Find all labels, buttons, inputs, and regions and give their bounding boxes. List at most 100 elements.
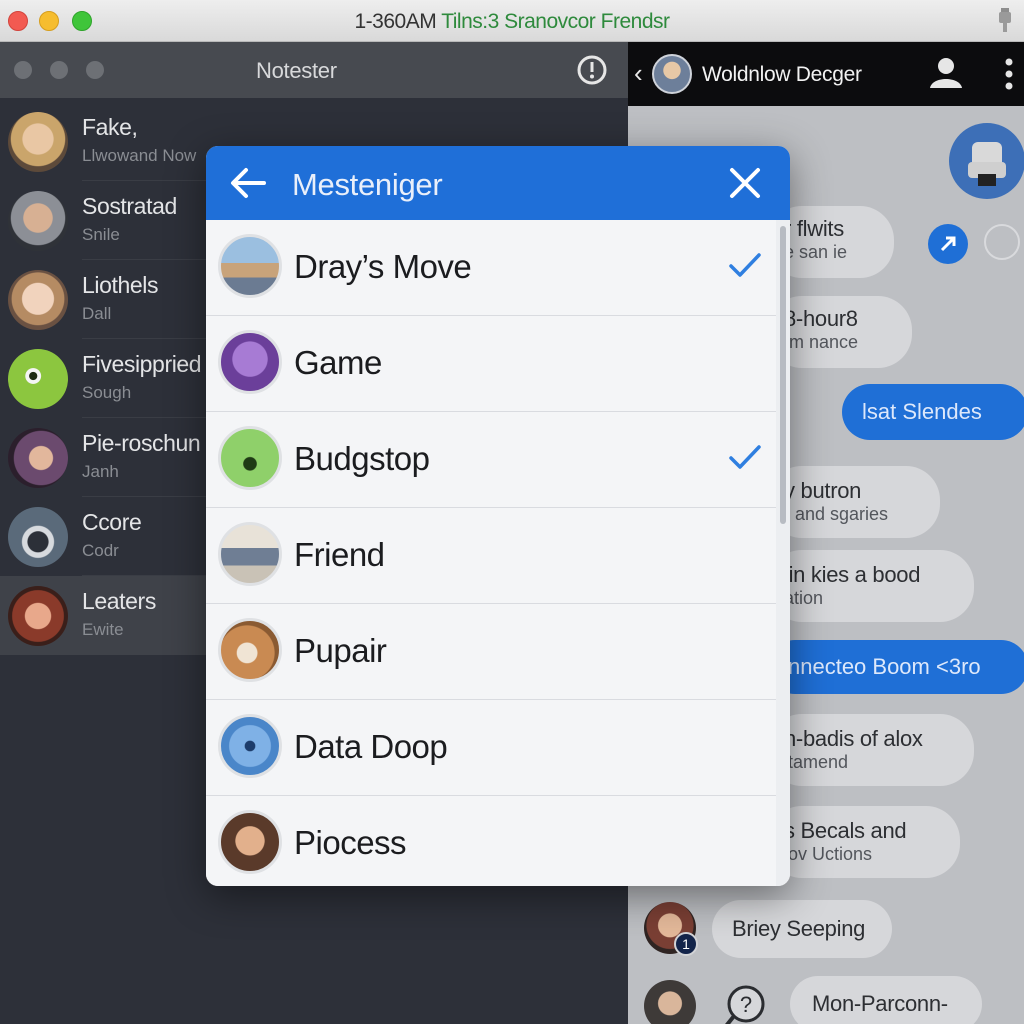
sidebar-title: Notester	[256, 58, 337, 83]
message-bubble-sent[interactable]: nnecteo Boom <3ro	[768, 640, 1024, 694]
contact-name: Leaters	[82, 588, 156, 614]
message-bubble-sent[interactable]: lsat Slendes	[842, 384, 1024, 440]
list-item[interactable]: Data Doop	[206, 700, 776, 796]
scrollbar-thumb[interactable]	[780, 226, 786, 524]
contact-name: Ccore	[82, 509, 142, 535]
item-avatar	[218, 714, 282, 778]
message-line: lin kies a bood	[784, 562, 921, 587]
message-line: y butron	[784, 478, 862, 503]
contact-avatar	[8, 507, 68, 567]
item-avatar	[218, 234, 282, 298]
compass-icon[interactable]	[576, 54, 608, 86]
contact-subtitle: Snile	[82, 225, 120, 244]
contact-avatar	[8, 586, 68, 646]
message-line: r flwits	[784, 216, 844, 241]
more-vertical-icon[interactable]	[1004, 58, 1014, 90]
modal-title: Mesteniger	[292, 167, 443, 202]
list-item[interactable]: Friend	[206, 508, 776, 604]
item-avatar	[218, 426, 282, 490]
contact-large-avatar	[949, 123, 1024, 199]
list-item[interactable]: Piocess	[206, 796, 776, 886]
sidebar-dot-3[interactable]	[86, 61, 104, 79]
status-circle-icon	[984, 224, 1020, 260]
checkmark-icon	[729, 445, 761, 469]
message-bubble[interactable]: lin kies a bood ation	[768, 550, 974, 622]
message-line: 8-hour8	[784, 306, 858, 331]
contact-subtitle: Codr	[82, 541, 119, 560]
contact-avatar	[8, 270, 68, 330]
item-avatar	[218, 330, 282, 394]
contact-name: Fivesippried	[82, 351, 202, 377]
contact-avatar	[8, 428, 68, 488]
contact-subtitle: Dall	[82, 304, 112, 323]
contact-name: Liothels	[82, 272, 159, 298]
contact-avatar	[8, 349, 68, 409]
window-title: 1-360AM Tilns:3 Sranovcor Frendsr	[0, 10, 1024, 34]
modal-header: Mesteniger	[206, 146, 790, 220]
checkmark-icon	[729, 253, 761, 277]
message-text: lsat Slendes	[862, 399, 982, 424]
message-bubble[interactable]: n-badis of alox itamend	[768, 714, 974, 786]
window-title-time: 1-360AM	[354, 10, 437, 33]
contact-subtitle: Llwowand Now	[82, 146, 197, 165]
message-line: lov Uctions	[784, 844, 873, 864]
contact-subtitle: Sough	[82, 383, 132, 402]
item-label: Friend	[294, 536, 385, 573]
arrow-left-icon[interactable]	[228, 166, 268, 200]
contact-name: Pie-roschun	[82, 430, 201, 456]
message-line: itamend	[784, 752, 849, 772]
message-bubble[interactable]: s Becals and lov Uctions	[768, 806, 960, 878]
message-line: e san ie	[784, 242, 848, 262]
messenger-modal: Mesteniger Dray’s Move Game Budgstop Fri…	[206, 146, 790, 886]
sidebar-header: Notester	[0, 42, 628, 98]
item-label: Pupair	[294, 632, 387, 669]
message-bubble[interactable]: y butron r and sgaries	[768, 466, 940, 538]
window-titlebar: 1-360AM Tilns:3 Sranovcor Frendsr	[0, 0, 1024, 42]
chevron-left-icon[interactable]: ‹	[634, 60, 643, 86]
message-bubble[interactable]: Mon-Parconn-	[790, 976, 982, 1024]
share-arrow-icon[interactable]	[928, 224, 968, 264]
contact-avatar	[8, 112, 68, 172]
item-label: Dray’s Move	[294, 248, 472, 285]
window-title-app: Tilns:3 Sranovcor Frendsr	[441, 10, 670, 33]
message-text: Briey Seeping	[732, 916, 866, 941]
list-item[interactable]: Game	[206, 316, 776, 412]
message-line: r and sgaries	[784, 504, 889, 524]
chat-title: Woldnlow Decger	[702, 63, 862, 86]
item-avatar	[218, 522, 282, 586]
person-icon[interactable]	[928, 56, 964, 90]
contact-subtitle: Ewite	[82, 620, 124, 639]
item-label: Data Doop	[294, 728, 448, 765]
battery-icon	[999, 8, 1011, 32]
message-line: ation	[784, 588, 824, 608]
contact-name: Sostratad	[82, 193, 177, 219]
search-icon[interactable]: ?	[722, 982, 772, 1024]
message-bubble[interactable]: Briey Seeping	[712, 900, 892, 958]
item-label: Piocess	[294, 824, 407, 861]
list-item[interactable]: Pupair	[206, 604, 776, 700]
list-item[interactable]: Dray’s Move	[206, 220, 776, 316]
item-label: Game	[294, 344, 382, 381]
message-line: s Becals and	[784, 818, 907, 843]
item-avatar	[218, 618, 282, 682]
message-line: n-badis of alox	[784, 726, 923, 751]
contact-name: Fake,	[82, 114, 138, 140]
contact-avatar	[8, 191, 68, 251]
unread-badge: 1	[674, 932, 698, 956]
sender-avatar	[644, 980, 696, 1024]
message-text: nnecteo Boom <3ro	[788, 654, 981, 679]
contact-subtitle: Janh	[82, 462, 119, 481]
close-icon[interactable]	[728, 166, 762, 200]
chat-avatar[interactable]	[652, 54, 692, 94]
message-line: Im nance	[784, 332, 859, 352]
item-avatar	[218, 810, 282, 874]
svg-text:?: ?	[740, 992, 752, 1017]
chat-header: ‹ Woldnlow Decger	[628, 42, 1024, 106]
sidebar-dot-1[interactable]	[14, 61, 32, 79]
modal-list: Dray’s Move Game Budgstop Friend Pupair	[206, 220, 790, 886]
message-text: Mon-Parconn-	[812, 991, 948, 1016]
sidebar-dot-2[interactable]	[50, 61, 68, 79]
modal-scrollbar[interactable]	[776, 220, 790, 886]
list-item[interactable]: Budgstop	[206, 412, 776, 508]
item-label: Budgstop	[294, 440, 430, 477]
